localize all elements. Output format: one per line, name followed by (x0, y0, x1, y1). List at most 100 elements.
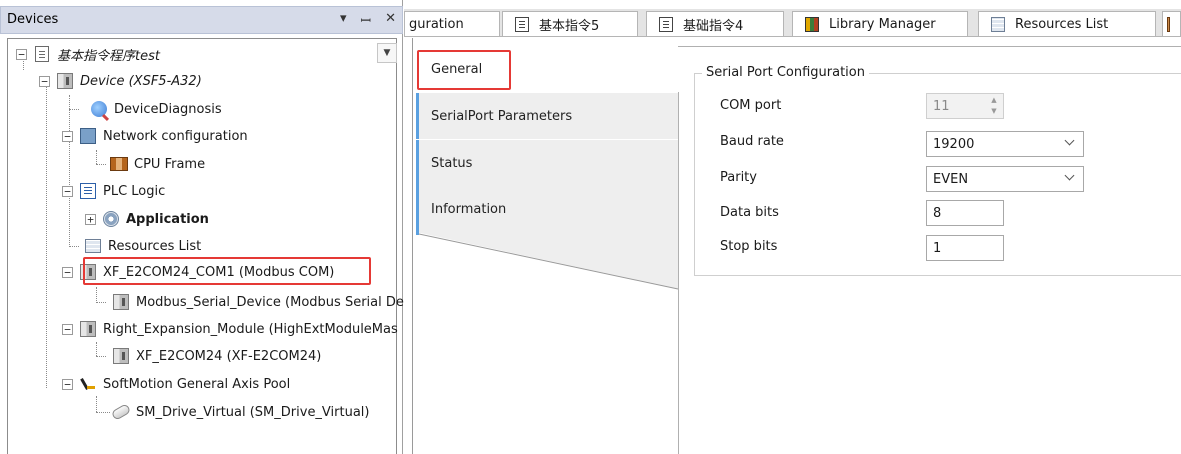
plc-logic-icon (79, 182, 97, 200)
panel-header-icons: ▾ ꟷ ✕ (340, 11, 396, 29)
spinner-arrows-icon[interactable]: ▲ ▼ (987, 96, 1001, 116)
collapse-toggle[interactable]: − (62, 185, 73, 197)
collapse-toggle[interactable]: − (16, 48, 27, 60)
tree-item-sm-drive-virtual[interactable]: SM_Drive_Virtual (SM_Drive_Virtual) (110, 401, 370, 423)
side-tab-serialport-parameters[interactable]: SerialPort Parameters (416, 93, 678, 139)
com-port-spinner[interactable]: 11 ▲ ▼ (926, 93, 1004, 119)
tree-item-cpu-frame[interactable]: CPU Frame (110, 153, 205, 175)
chevron-down-icon (1064, 135, 1075, 146)
tree-item-label: 基本指令程序test (57, 48, 160, 64)
tree-dropdown-button[interactable]: ▼ (377, 43, 397, 63)
stop-bits-label: Stop bits (720, 239, 778, 254)
side-tab-status[interactable]: Status (416, 140, 678, 186)
tab-basic-instruction-4[interactable]: 基础指令4 (646, 11, 784, 36)
highlight-box-general-tab (417, 50, 511, 90)
axis-pool-icon (79, 375, 97, 393)
side-tab-label: Status (431, 155, 473, 171)
document-icon (515, 16, 529, 32)
content-border (678, 46, 1181, 47)
tree-item-right-expansion-module[interactable]: − Right_Expansion_Module (HighExtModuleM… (62, 318, 398, 340)
expand-toggle[interactable]: + (85, 213, 96, 225)
library-icon (805, 16, 819, 32)
tree-item-label: Network configuration (103, 128, 248, 144)
highlight-box-tree-item (83, 257, 371, 285)
tab-resources-list[interactable]: Resources List (978, 11, 1156, 36)
drive-icon (110, 403, 132, 421)
collapse-toggle[interactable]: − (39, 75, 50, 87)
baud-rate-label: Baud rate (720, 134, 784, 149)
tree-item-label: PLC Logic (103, 183, 166, 199)
stop-bits-input[interactable]: 1 (926, 235, 1004, 261)
tab-cpu-frame[interactable] (1162, 11, 1181, 36)
parity-label: Parity (720, 170, 757, 185)
tree-item-device[interactable]: − Device (XSF5-A32) (39, 70, 202, 92)
tree-item-label: Right_Expansion_Module (HighExtModuleMas (103, 321, 398, 337)
cpu-frame-icon (110, 155, 128, 173)
tab-label: Resources List (1015, 16, 1109, 32)
tree-item-xf-e2com24[interactable]: XF_E2COM24 (XF-E2COM24) (112, 345, 321, 367)
document-icon (659, 16, 673, 32)
side-tab-label: SerialPort Parameters (431, 108, 573, 124)
resources-list-icon (991, 16, 1005, 32)
side-tab-label: Information (431, 201, 507, 217)
tab-label: Library Manager (829, 16, 936, 32)
data-bits-value: 8 (933, 205, 942, 221)
device-icon (112, 347, 130, 365)
diagnosis-icon (90, 100, 108, 118)
devices-panel-header: Devices ▾ ꟷ ✕ (0, 6, 403, 34)
tree-item-label: SoftMotion General Axis Pool (103, 376, 291, 392)
application-gear-icon (102, 210, 120, 228)
content-border (678, 92, 679, 454)
tree-item-project[interactable]: − 基本指令程序test (16, 43, 160, 65)
com-port-value: 11 (933, 98, 950, 114)
tree-item-label: XF_E2COM24 (XF-E2COM24) (136, 348, 322, 364)
chevron-down-icon[interactable]: ▾ (340, 11, 347, 29)
collapse-toggle[interactable]: − (62, 266, 73, 278)
project-icon (33, 45, 51, 63)
cpu-frame-icon (1167, 16, 1170, 32)
tree-item-softmotion-axis-pool[interactable]: − SoftMotion General Axis Pool (62, 373, 290, 395)
tree-item-resources-list[interactable]: Resources List (84, 235, 201, 257)
close-icon[interactable]: ✕ (385, 11, 396, 29)
tab-basic-instruction-5[interactable]: 基本指令5 (502, 11, 638, 36)
tree-item-label: Device (XSF5-A32) (80, 73, 202, 89)
collapse-toggle[interactable]: − (62, 378, 73, 390)
tab-label: 基础指令4 (683, 18, 744, 34)
stop-bits-value: 1 (933, 240, 942, 256)
network-icon (79, 127, 97, 145)
devices-panel-title: Devices (7, 12, 59, 27)
collapse-toggle[interactable]: − (62, 323, 73, 335)
tree-item-plc-logic[interactable]: − PLC Logic (62, 180, 165, 202)
tab-configuration[interactable]: guration (404, 11, 500, 36)
side-tab-information[interactable]: Information (416, 186, 678, 232)
tree-item-modbus-serial-device[interactable]: Modbus_Serial_Device (Modbus Serial De (112, 291, 404, 313)
resources-list-icon (84, 237, 102, 255)
device-icon (112, 293, 130, 311)
collapse-toggle[interactable]: − (62, 130, 73, 142)
parity-value: EVEN (933, 171, 969, 187)
data-bits-input[interactable]: 8 (926, 200, 1004, 226)
parity-dropdown[interactable]: EVEN (926, 166, 1084, 192)
tree-item-label: CPU Frame (134, 156, 206, 172)
pin-icon[interactable]: ꟷ (361, 11, 372, 29)
tab-library-manager[interactable]: Library Manager (792, 11, 968, 36)
tab-label: guration (409, 16, 464, 32)
tree-item-device-diagnosis[interactable]: DeviceDiagnosis (90, 98, 222, 120)
tab-label: 基本指令5 (539, 18, 600, 34)
tree-item-label: SM_Drive_Virtual (SM_Drive_Virtual) (136, 404, 370, 420)
baud-rate-dropdown[interactable]: 19200 (926, 131, 1084, 157)
editor-tab-strip: guration 基本指令5 基础指令4 Library Manager Res… (404, 9, 1181, 37)
tree-item-label: Modbus_Serial_Device (Modbus Serial De (136, 294, 404, 310)
tree-item-label: Resources List (108, 238, 202, 254)
device-icon (79, 320, 97, 338)
tree-item-label: Application (126, 211, 209, 227)
tree-item-application[interactable]: + Application (85, 208, 209, 230)
side-tabs-tail (416, 231, 679, 290)
chevron-down-icon (1064, 170, 1075, 181)
devices-panel: Devices ▾ ꟷ ✕ ▼ − 基本指令程序test − Device (X… (0, 0, 404, 454)
device-icon (56, 72, 74, 90)
tree-item-network-configuration[interactable]: − Network configuration (62, 125, 248, 147)
data-bits-label: Data bits (720, 205, 779, 220)
baud-rate-value: 19200 (933, 136, 975, 152)
tree-item-label: DeviceDiagnosis (114, 101, 222, 117)
